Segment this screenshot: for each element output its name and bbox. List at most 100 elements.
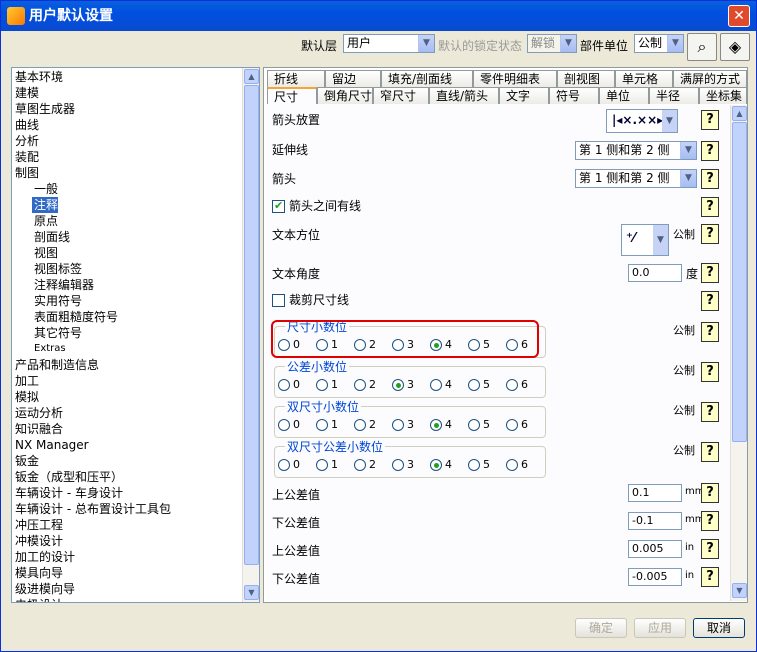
settings-scrollbar[interactable]: ▲ ▼ [730, 105, 747, 601]
tree-item[interactable]: 加工的设计 [15, 549, 75, 565]
decimal-radio[interactable]: 6 [506, 458, 528, 471]
decimal-radio[interactable]: 2 [354, 378, 376, 391]
tree-item[interactable]: 一般 [32, 181, 58, 197]
decimal-radio[interactable]: 3 [392, 458, 414, 471]
tree-item[interactable]: 运动分析 [15, 405, 63, 421]
help-button[interactable]: ? [701, 322, 719, 342]
tree-item[interactable]: 电极设计 [15, 597, 63, 602]
ok-button[interactable]: 确定 [575, 618, 627, 638]
tree-item[interactable]: 知识融合 [15, 421, 63, 437]
help-button[interactable]: ? [701, 224, 719, 244]
tree-item[interactable]: 钣金（成型和压平） [15, 469, 123, 485]
cancel-button[interactable]: 取消 [693, 618, 745, 638]
tree-item[interactable]: 剖面线 [32, 229, 70, 245]
tab-row1[interactable]: 留边 [325, 70, 381, 87]
decimal-radio[interactable]: 4 [430, 458, 452, 471]
tree-item[interactable]: Extras [32, 341, 66, 357]
tree-item[interactable]: 建模 [15, 85, 39, 101]
tab-row1[interactable]: 折线 [267, 70, 325, 87]
tree-item[interactable]: 视图标签 [32, 261, 82, 277]
tree-item[interactable]: 视图 [32, 245, 58, 261]
decimal-radio[interactable]: 5 [468, 458, 490, 471]
tree-item[interactable]: 模具向导 [15, 565, 63, 581]
tolerance-input[interactable]: 0.005 [628, 540, 682, 558]
tab-row2[interactable]: 尺寸 [267, 87, 317, 104]
tab-row2[interactable]: 单位 [599, 87, 649, 104]
extension-line-select[interactable]: 第 1 侧和第 2 侧 ▼ [575, 141, 697, 160]
tree-item[interactable]: 实用符号 [32, 293, 82, 309]
find-button[interactable]: ⌕ [687, 33, 717, 61]
scroll-down-icon[interactable]: ▼ [244, 585, 259, 600]
help-button[interactable]: ? [701, 539, 719, 559]
help-button[interactable]: ? [701, 197, 719, 217]
decimal-radio[interactable]: 2 [354, 418, 376, 431]
decimal-radio[interactable]: 1 [316, 378, 338, 391]
tree-item[interactable]: 冲模设计 [15, 533, 63, 549]
help-button[interactable]: ? [701, 263, 719, 283]
tolerance-input[interactable]: -0.1 [628, 512, 682, 530]
decimal-radio[interactable]: 1 [316, 418, 338, 431]
tree-item[interactable]: 基本环境 [15, 69, 63, 85]
tree-item[interactable]: 车辆设计 - 总布置设计工具包 [15, 501, 171, 517]
tree-item[interactable]: 级进模向导 [15, 581, 75, 597]
decimal-radio[interactable]: 6 [506, 378, 528, 391]
lock-select[interactable]: 解锁 ▼ [527, 34, 577, 53]
decimal-radio[interactable]: 5 [468, 378, 490, 391]
category-tree[interactable]: ▲ ▼ 基本环境 建模 草图生成器 曲线 分析 装配 制图 一般 注释 原点 剖面线 视图 视图标签 注释… [11, 67, 260, 603]
decimal-radio[interactable]: 4 [430, 378, 452, 391]
tree-item[interactable]: NX Manager [15, 437, 89, 453]
tab-row2[interactable]: 倒角尺寸 [317, 87, 373, 104]
settings-button[interactable]: ◈ [720, 33, 750, 61]
tree-item[interactable]: 制图 [15, 165, 39, 181]
tolerance-input[interactable]: 0.1 [628, 484, 682, 502]
help-button[interactable]: ? [701, 169, 719, 189]
tolerance-input[interactable]: -0.005 [628, 568, 682, 586]
crop-dimension-line-checkbox[interactable]: 裁剪尺寸线 [272, 291, 349, 308]
tab-row2[interactable]: 文字 [499, 87, 549, 104]
tree-item[interactable]: 曲线 [15, 117, 39, 133]
help-button[interactable]: ? [701, 511, 719, 531]
help-button[interactable]: ? [701, 483, 719, 503]
tree-item[interactable]: 注释编辑器 [32, 277, 94, 293]
tree-item[interactable]: 加工 [15, 373, 39, 389]
help-button[interactable]: ? [701, 141, 719, 161]
tab-row2[interactable]: 符号 [549, 87, 599, 104]
scroll-up-icon[interactable]: ▲ [244, 69, 259, 84]
decimal-radio[interactable]: 0 [278, 378, 300, 391]
tree-item[interactable]: 模拟 [15, 389, 39, 405]
tab-row2[interactable]: 半径 [649, 87, 699, 104]
tree-item[interactable]: 原点 [32, 213, 58, 229]
tree-item[interactable]: 分析 [15, 133, 39, 149]
tab-row1[interactable]: 单元格 [615, 70, 673, 87]
tree-item[interactable]: 表面粗糙度符号 [32, 309, 118, 325]
tab-row1[interactable]: 满屏的方式 [673, 70, 747, 87]
decimal-radio[interactable]: 3 [392, 418, 414, 431]
close-button[interactable]: ✕ [728, 5, 750, 27]
decimal-radio[interactable]: 0 [278, 458, 300, 471]
tree-scrollbar[interactable]: ▲ ▼ [242, 68, 259, 602]
layer-select[interactable]: 用户 ▼ [343, 34, 435, 53]
tree-item[interactable]: 车辆设计 - 车身设计 [15, 485, 123, 501]
help-button[interactable]: ? [701, 402, 719, 422]
arrow-select[interactable]: 第 1 侧和第 2 侧 ▼ [575, 169, 697, 188]
tab-row2[interactable]: 直线/箭头 [429, 87, 499, 104]
text-angle-input[interactable]: 0.0 [628, 264, 682, 282]
tree-item[interactable]: 钣金 [15, 453, 39, 469]
line-between-arrows-checkbox[interactable]: 箭头之间有线 [272, 197, 361, 214]
decimal-radio[interactable]: 4 [430, 418, 452, 431]
tab-row2[interactable]: 坐标集 [699, 87, 747, 104]
unit-select[interactable]: 公制 ▼ [634, 34, 684, 53]
scroll-thumb[interactable] [244, 85, 259, 565]
help-button[interactable]: ? [701, 110, 719, 130]
tree-item[interactable]: 其它符号 [32, 325, 82, 341]
tree-item[interactable]: 草图生成器 [15, 101, 75, 117]
help-button[interactable]: ? [701, 362, 719, 382]
tree-item[interactable]: 产品和制造信息 [15, 357, 99, 373]
arrow-place-select[interactable]: |◂×.××▸| ▼ [606, 109, 678, 133]
tree-item[interactable]: 注释 [32, 197, 59, 213]
decimal-radio[interactable]: 5 [468, 418, 490, 431]
help-button[interactable]: ? [701, 567, 719, 587]
tree-item[interactable]: 冲压工程 [15, 517, 63, 533]
decimal-radio[interactable]: 0 [278, 418, 300, 431]
tab-row2[interactable]: 窄尺寸 [373, 87, 429, 104]
